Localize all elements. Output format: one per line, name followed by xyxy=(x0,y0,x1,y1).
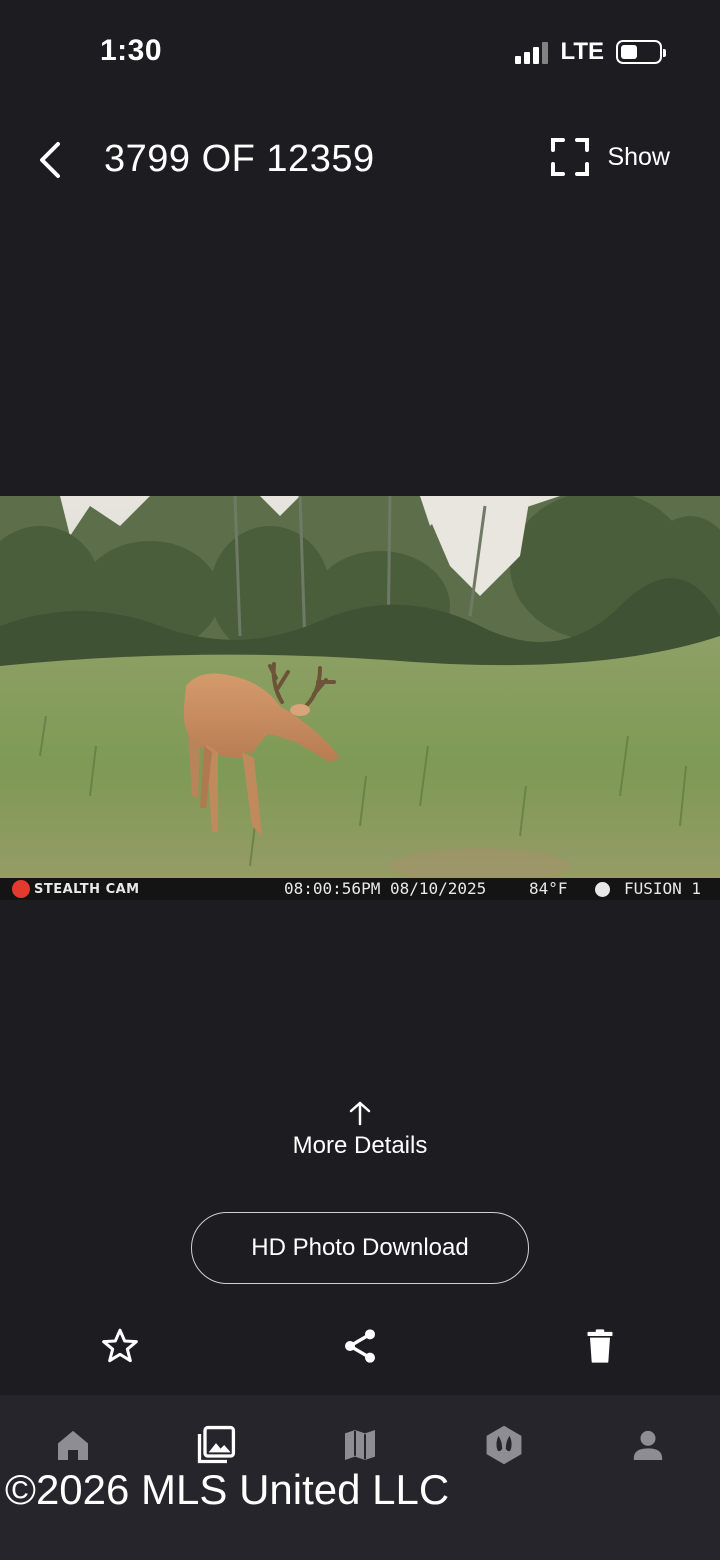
back-button[interactable] xyxy=(32,138,72,182)
deer-track-icon xyxy=(486,1425,522,1465)
delete-button[interactable] xyxy=(578,1324,622,1368)
nav-gallery[interactable] xyxy=(192,1423,240,1467)
chevron-left-icon xyxy=(40,142,60,178)
share-icon xyxy=(345,1329,375,1363)
signal-icon xyxy=(515,40,549,64)
share-button[interactable] xyxy=(338,1324,382,1368)
status-indicators: LTE xyxy=(515,38,666,66)
status-time: 1:30 xyxy=(100,34,163,67)
favorite-button[interactable] xyxy=(98,1324,142,1368)
copyright-watermark: ©2026 MLS United LLC xyxy=(5,1466,450,1513)
person-icon xyxy=(633,1430,663,1460)
arrow-up-icon xyxy=(349,1101,371,1126)
status-bar: 1:30 LTE xyxy=(0,0,720,100)
gallery-icon xyxy=(197,1425,236,1464)
more-details-label: More Details xyxy=(292,1132,428,1159)
nav-tracks[interactable] xyxy=(480,1423,528,1467)
camera-brand-label: STEALTH CAM xyxy=(34,881,140,897)
photo-image xyxy=(0,496,720,900)
photo-actions xyxy=(0,1320,720,1370)
stealth-cam-logo-icon xyxy=(12,880,30,898)
trash-icon xyxy=(587,1329,613,1363)
photo-header: 3799 OF 12359 Show xyxy=(0,120,720,200)
nav-profile[interactable] xyxy=(624,1423,672,1467)
nav-map[interactable] xyxy=(336,1423,384,1467)
network-label: LTE xyxy=(560,38,604,65)
map-icon xyxy=(345,1430,375,1460)
show-label: Show xyxy=(607,142,670,171)
more-details-button[interactable]: More Details xyxy=(0,1100,720,1160)
fullscreen-icon xyxy=(551,138,590,176)
photo-timestamp: 08:00:56PM 08/10/2025 xyxy=(284,879,487,898)
photo-temperature: 84°F xyxy=(529,879,568,898)
camera-brand: STEALTH CAM xyxy=(12,880,140,898)
home-icon xyxy=(58,1430,88,1460)
show-fullscreen-button[interactable]: Show xyxy=(551,138,670,176)
photo-counter: 3799 OF 12359 xyxy=(104,138,375,180)
camera-name: FUSION 1 xyxy=(624,879,702,898)
hd-photo-download-button[interactable]: HD Photo Download xyxy=(191,1212,529,1284)
moon-phase-icon xyxy=(595,882,610,897)
trail-camera-photo[interactable] xyxy=(0,496,720,900)
star-icon xyxy=(102,1328,138,1363)
nav-home[interactable] xyxy=(49,1423,97,1467)
battery-icon xyxy=(616,40,666,64)
camera-info-strip: STEALTH CAM 08:00:56PM 08/10/2025 84°F F… xyxy=(0,878,720,900)
